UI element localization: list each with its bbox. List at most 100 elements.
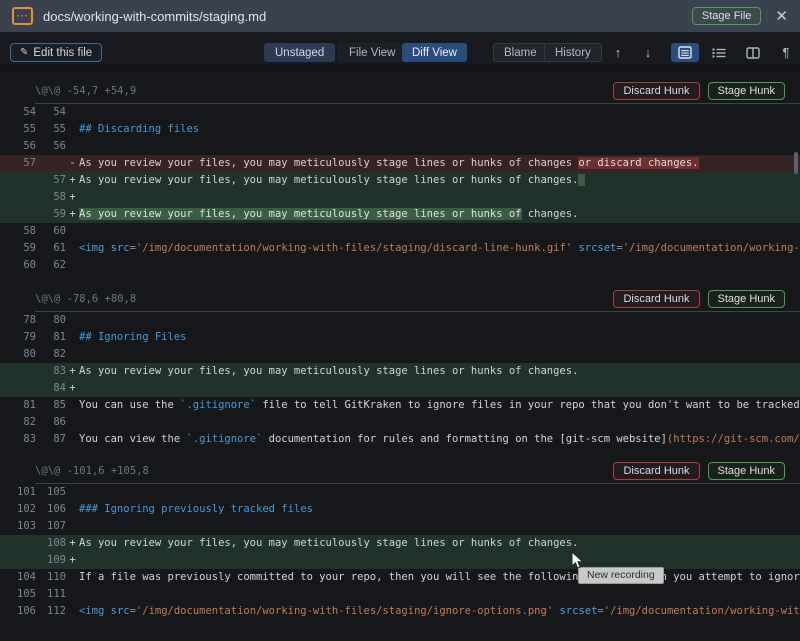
diff-marker: + [66,363,79,380]
old-line-number: 58 [0,223,36,240]
new-line-number: 85 [36,397,66,414]
old-line-number [0,363,36,380]
diff-row-context: 101105 [0,484,800,501]
code-line: ### Ignoring previously tracked files [79,501,800,518]
new-line-number: 81 [36,329,66,346]
diff-row-context: 8185You can use the `.gitignore` file to… [0,397,800,414]
hunk-actions: Discard Hunk Stage Hunk [613,290,785,308]
code-line [79,104,800,121]
new-line-number: 60 [36,223,66,240]
diff-marker [66,431,79,448]
new-line-number: 87 [36,431,66,448]
old-line-number: 55 [0,121,36,138]
code-line [79,138,800,155]
new-line-number: 110 [36,569,66,586]
scrollbar-thumb[interactable] [794,152,798,174]
blame-button[interactable]: Blame [493,43,548,62]
stage-hunk-button[interactable]: Stage Hunk [708,82,785,100]
discard-hunk-button[interactable]: Discard Hunk [613,462,699,480]
list-view-icon[interactable] [705,43,733,62]
close-icon[interactable]: ✕ [775,9,788,24]
discard-hunk-button[interactable]: Discard Hunk [613,290,699,308]
new-line-number: 54 [36,104,66,121]
diff-row-context: 8387You can view the `.gitignore` docume… [0,431,800,448]
old-line-number: 78 [0,312,36,329]
unified-diff-view-icon[interactable] [671,43,699,62]
edit-this-file-button[interactable]: ✎ Edit this file [10,43,102,62]
diff-marker [66,312,79,329]
diff-marker [66,240,79,257]
code-line [79,484,800,501]
code-line [79,223,800,240]
code-line [79,586,800,603]
diff-marker [66,603,79,620]
new-line-number: 56 [36,138,66,155]
new-line-number: 58 [36,189,66,206]
code-line: As you review your files, you may meticu… [79,172,800,189]
next-hunk-arrow-icon[interactable]: ↓ [636,43,660,62]
new-line-number: 111 [36,586,66,603]
old-line-number: 103 [0,518,36,535]
diff-row-context: 5656 [0,138,800,155]
old-line-number: 104 [0,569,36,586]
diff-row-added[interactable]: 58+ [0,189,800,206]
discard-hunk-button[interactable]: Discard Hunk [613,82,699,100]
diff-row-added[interactable]: 59+As you review your files, you may met… [0,206,800,223]
window-titlebar: ··· docs/working-with-commits/staging.md… [0,0,800,32]
history-button[interactable]: History [544,43,602,62]
diff-marker: + [66,380,79,397]
code-line [79,257,800,274]
new-line-number: 82 [36,346,66,363]
show-whitespace-icon[interactable]: ¶ [776,43,796,62]
old-line-number: 79 [0,329,36,346]
diff-row-added[interactable]: 83+As you review your files, you may met… [0,363,800,380]
diff-row-deleted[interactable]: 57-As you review your files, you may met… [0,155,800,172]
diff-row-context: 104110If a file was previously committed… [0,569,800,586]
code-line [79,189,800,206]
hunk-range-label: \@\@ -78,6 +80,8 [35,293,136,305]
new-line-number: 106 [36,501,66,518]
code-line [79,380,800,397]
stage-hunk-button[interactable]: Stage Hunk [708,462,785,480]
split-view-icon[interactable] [739,43,767,62]
old-line-number: 106 [0,603,36,620]
diff-marker [66,569,79,586]
diff-row-context: 5454 [0,104,800,121]
code-line [79,346,800,363]
diff-marker [66,484,79,501]
diff-marker: + [66,189,79,206]
diff-row-context: 5860 [0,223,800,240]
pencil-icon: ✎ [20,47,28,58]
mouse-cursor [571,551,584,570]
tab-file-view[interactable]: File View [338,43,406,62]
hunk-header-row: \@\@ -78,6 +80,8 Discard Hunk Stage Hunk [0,286,800,312]
stage-hunk-button[interactable]: Stage Hunk [708,290,785,308]
diff-hunk: \@\@ -101,6 +105,8Discard HunkStage Hunk… [0,458,800,620]
diff-row-added[interactable]: 84+ [0,380,800,397]
diff-row-added[interactable]: 108+As you review your files, you may me… [0,535,800,552]
previous-hunk-arrow-icon[interactable]: ↑ [606,43,630,62]
new-line-number: 112 [36,603,66,620]
new-line-number: 108 [36,535,66,552]
tab-diff-view[interactable]: Diff View [402,43,467,62]
old-line-number: 60 [0,257,36,274]
stage-file-button[interactable]: Stage File [692,7,762,25]
code-line [79,552,800,569]
unstaged-badge[interactable]: Unstaged [264,43,335,62]
diff-row-added[interactable]: 109+ [0,552,800,569]
diff-marker: + [66,535,79,552]
diff-marker: + [66,172,79,189]
new-line-number: 61 [36,240,66,257]
new-line-number: 59 [36,206,66,223]
code-line: You can use the `.gitignore` file to tel… [79,397,800,414]
diff-row-added[interactable]: 57+As you review your files, you may met… [0,172,800,189]
old-line-number [0,172,36,189]
diff-row-context: 103107 [0,518,800,535]
diff-marker [66,121,79,138]
code-line: <img src='/img/documentation/working-wit… [79,240,800,257]
diff-row-context: 106112<img src='/img/documentation/worki… [0,603,800,620]
old-line-number: 102 [0,501,36,518]
diff-row-context: 8286 [0,414,800,431]
code-line [79,414,800,431]
old-line-number: 101 [0,484,36,501]
